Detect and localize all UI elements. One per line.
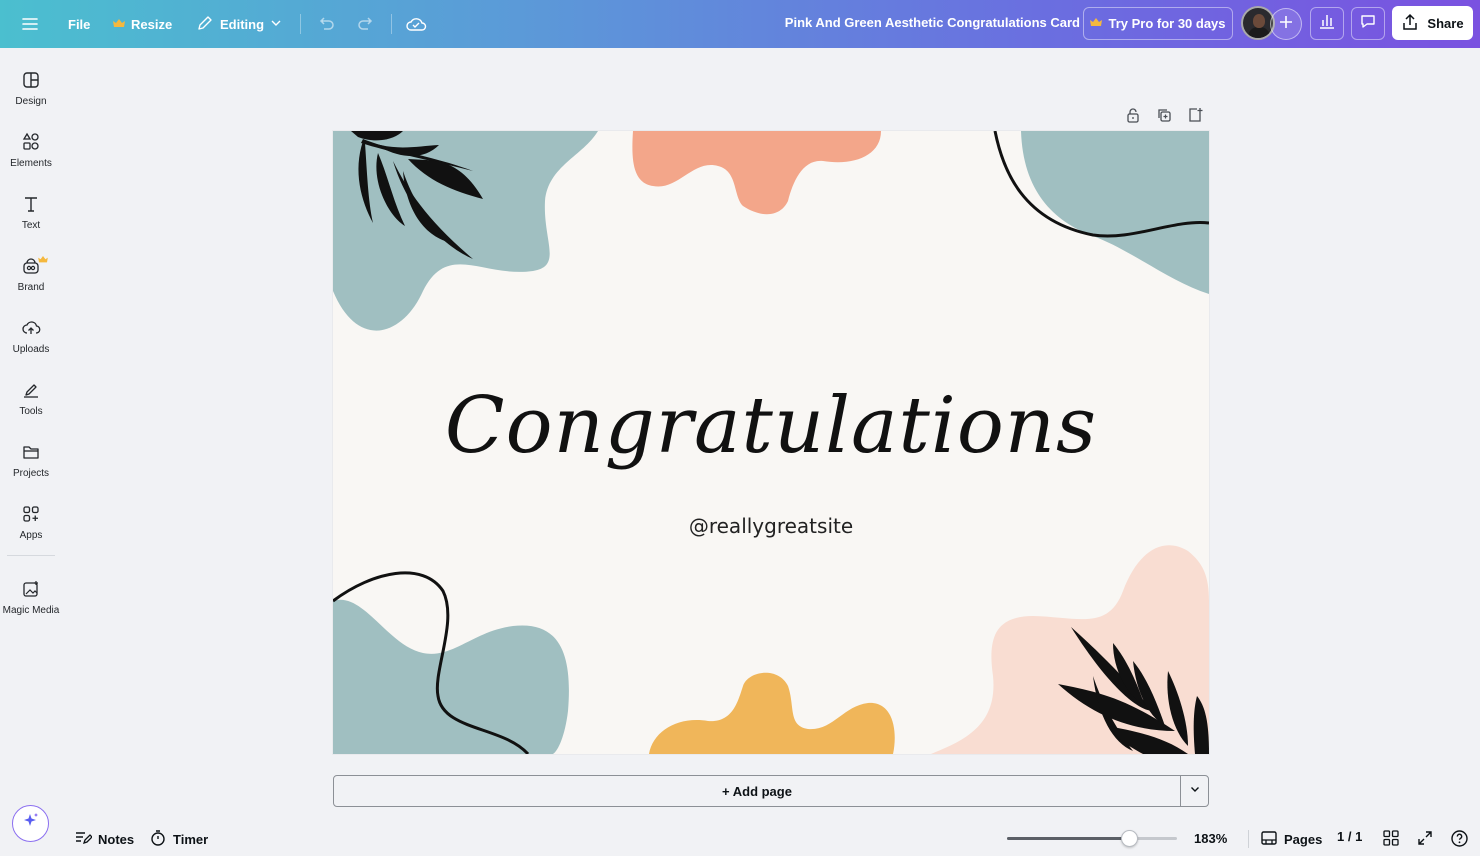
resize-button[interactable]: Resize xyxy=(113,8,172,40)
zoom-slider-fill xyxy=(1007,837,1130,840)
comments-button[interactable] xyxy=(1351,7,1385,40)
lock-icon[interactable] xyxy=(1122,104,1143,125)
crown-icon xyxy=(113,17,125,32)
try-pro-label: Try Pro for 30 days xyxy=(1108,16,1226,31)
bar-chart-icon xyxy=(1318,12,1336,35)
sidebar-item-label: Elements xyxy=(10,158,52,169)
chevron-down-icon xyxy=(270,17,282,32)
crown-icon xyxy=(38,256,48,263)
share-icon xyxy=(1401,13,1419,34)
timer-icon xyxy=(149,829,167,850)
crown-icon xyxy=(1090,16,1103,31)
left-sidebar: Design Elements Text Brand Uploads Tools… xyxy=(0,48,62,856)
fullscreen-button[interactable] xyxy=(1416,829,1434,850)
divider xyxy=(300,14,301,34)
chevron-down-icon xyxy=(1189,782,1201,800)
pencil-icon xyxy=(196,14,214,35)
sidebar-item-tools[interactable]: Tools xyxy=(0,376,62,432)
sidebar-item-text[interactable]: Text xyxy=(0,190,62,246)
magic-media-icon xyxy=(23,581,38,597)
magic-assistant-button[interactable] xyxy=(12,805,49,842)
redo-icon[interactable] xyxy=(356,8,376,40)
sidebar-item-magic-media[interactable]: Magic Media xyxy=(0,575,62,631)
cloud-saved-icon[interactable] xyxy=(405,8,427,40)
sidebar-item-apps[interactable]: Apps xyxy=(0,500,62,556)
notes-icon xyxy=(74,829,93,850)
sidebar-item-design[interactable]: Design xyxy=(0,66,62,122)
sidebar-item-brand[interactable]: Brand xyxy=(0,252,62,308)
expand-icon xyxy=(1416,829,1434,850)
add-page-button[interactable]: + Add page xyxy=(333,775,1181,807)
sidebar-item-label: Brand xyxy=(17,282,45,293)
design-icon xyxy=(23,72,39,88)
zoom-slider[interactable] xyxy=(1007,830,1177,847)
invite-button[interactable] xyxy=(1270,8,1302,40)
add-page-label: + Add page xyxy=(722,783,792,799)
notes-label: Notes xyxy=(98,832,135,847)
help-button[interactable] xyxy=(1450,829,1469,851)
timer-label: Timer xyxy=(173,832,209,847)
editing-mode-button[interactable]: Editing xyxy=(196,8,282,40)
sidebar-item-label: Uploads xyxy=(12,344,50,355)
timer-button[interactable]: Timer xyxy=(149,829,208,850)
avatar-body xyxy=(1248,27,1270,38)
headline-text[interactable]: Congratulations xyxy=(333,381,1209,471)
handle-text[interactable]: @reallygreatsite xyxy=(333,514,1209,538)
divider xyxy=(1248,830,1249,848)
uploads-icon xyxy=(22,321,41,334)
page-count: 1 / 1 xyxy=(1337,829,1363,844)
try-pro-button[interactable]: Try Pro for 30 days xyxy=(1083,7,1233,40)
sidebar-item-label: Projects xyxy=(12,468,50,479)
grid-icon xyxy=(1382,829,1400,850)
comment-icon xyxy=(1359,12,1377,35)
pages-button[interactable]: Pages xyxy=(1260,829,1322,850)
hamburger-icon[interactable] xyxy=(20,8,40,40)
sidebar-item-label: Apps xyxy=(19,530,43,541)
zoom-level[interactable]: 183% xyxy=(1194,831,1227,846)
insights-button[interactable] xyxy=(1310,7,1344,40)
text-icon xyxy=(25,197,37,212)
document-title[interactable]: Pink And Green Aesthetic Congratulations… xyxy=(760,15,1080,30)
add-page-icon[interactable] xyxy=(1184,104,1205,125)
sidebar-item-label: Magic Media xyxy=(2,605,60,616)
pages-label: Pages xyxy=(1284,832,1323,847)
design-canvas[interactable]: Congratulations @reallygreatsite xyxy=(333,131,1209,754)
avatar-face xyxy=(1253,14,1265,28)
duplicate-page-icon[interactable] xyxy=(1153,104,1174,125)
sidebar-item-label: Tools xyxy=(19,406,43,417)
sidebar-item-uploads[interactable]: Uploads xyxy=(0,314,62,370)
share-button[interactable]: Share xyxy=(1392,6,1473,40)
divider xyxy=(391,14,392,34)
plus-icon xyxy=(1279,15,1293,34)
pages-icon xyxy=(1260,829,1278,850)
apps-icon xyxy=(23,506,39,522)
file-label: File xyxy=(68,16,91,32)
resize-label: Resize xyxy=(131,16,173,32)
page-toolbar xyxy=(1122,104,1205,125)
sidebar-item-label: Design xyxy=(15,96,47,107)
top-bar: File Resize Editing Pink And Green Aesth… xyxy=(0,0,1480,48)
sparkle-icon xyxy=(22,812,40,835)
file-menu[interactable]: File xyxy=(68,8,90,40)
sidebar-item-label: Text xyxy=(21,220,41,231)
sidebar-item-elements[interactable]: Elements xyxy=(0,128,62,184)
projects-icon xyxy=(23,446,39,459)
grid-view-button[interactable] xyxy=(1382,829,1400,850)
zoom-slider-thumb[interactable] xyxy=(1121,830,1139,847)
sidebar-item-projects[interactable]: Projects xyxy=(0,438,62,494)
notes-button[interactable]: Notes xyxy=(74,829,134,850)
share-label: Share xyxy=(1427,15,1464,31)
elements-icon xyxy=(22,132,39,150)
help-icon xyxy=(1450,829,1469,851)
undo-icon[interactable] xyxy=(316,8,336,40)
editing-label: Editing xyxy=(220,16,265,32)
page-counter: 1 / 1 xyxy=(1337,829,1362,844)
add-page-dropdown[interactable] xyxy=(1180,775,1209,807)
tools-icon xyxy=(24,384,38,398)
sidebar-divider xyxy=(7,555,55,556)
